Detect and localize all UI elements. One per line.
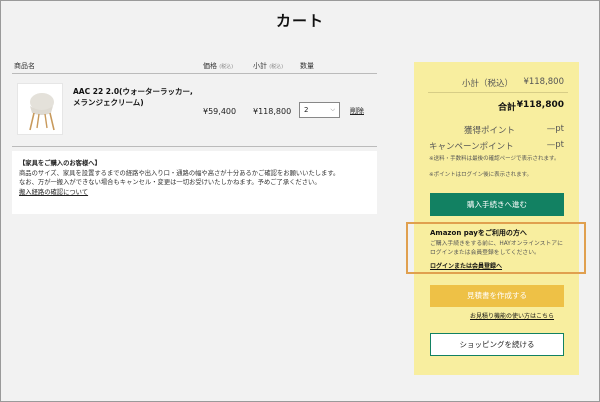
header-product: 商品名	[14, 62, 35, 70]
header-quantity: 数量	[300, 62, 314, 70]
checkout-button[interactable]: 購入手続きへ進む	[430, 193, 564, 216]
header-subtotal: 小計 (税込)	[253, 61, 283, 71]
item-divider	[12, 146, 377, 147]
summary-campaign-label: キャンペーンポイント	[429, 142, 514, 152]
furniture-notice: 【家具をご購入のお客様へ】 商品のサイズ、家具を設置するまでの経路や出入り口・通…	[12, 151, 377, 214]
header-subtotal-tax: (税込)	[269, 64, 284, 70]
item-subtotal: ¥118,800	[253, 107, 292, 116]
product-name[interactable]: AAC 22 2.0(ウォーターラッカー, メランジェクリーム)	[73, 86, 198, 108]
header-price-tax: (税込)	[219, 64, 234, 70]
summary-total-value: ¥118,800	[516, 100, 564, 110]
header-divider	[12, 73, 377, 74]
page-title: カート	[275, 12, 324, 30]
quantity-value: 2	[304, 106, 309, 114]
notice-line-1: 商品のサイズ、家具を設置するまでの経路や出入り口・通路の幅や高さが十分あるかご確…	[19, 169, 340, 177]
continue-shopping-button[interactable]: ショッピングを続ける	[430, 333, 564, 356]
amazon-pay-title: Amazon payをご利用の方へ	[430, 229, 527, 237]
summary-subtotal-label: 小計（税込）	[462, 79, 514, 89]
summary-campaign-value: —pt	[546, 140, 564, 150]
summary-points-value: —pt	[546, 124, 564, 134]
summary-note-points: ※ポイントはログイン後に表示されます。	[429, 172, 533, 178]
quantity-select[interactable]: 2 ⌵	[299, 102, 340, 118]
notice-title: 【家具をご購入のお客様へ】	[19, 160, 101, 167]
notice-line-2: なお、万が一搬入ができない場合もキャンセル・変更は一切お受けいたしかねます。予め…	[19, 179, 321, 186]
summary-subtotal-value: ¥118,800	[523, 77, 564, 87]
summary-total-label: 合計	[498, 103, 517, 113]
header-price: 価格 (税込)	[203, 61, 233, 71]
header-subtotal-label: 小計	[253, 62, 267, 70]
delete-link[interactable]: 削除	[350, 106, 364, 116]
estimate-guide-link[interactable]: お見積り機能の使い方はこちら	[470, 311, 554, 320]
header-price-label: 価格	[203, 62, 217, 70]
summary-divider	[428, 92, 568, 93]
order-summary-panel: 小計（税込） ¥118,800 合計 ¥118,800 獲得ポイント —pt キ…	[414, 62, 579, 375]
product-image[interactable]	[17, 83, 63, 135]
delivery-route-link[interactable]: 搬入経路の確認について	[19, 188, 370, 198]
create-estimate-button[interactable]: 見積書を作成する	[430, 285, 564, 307]
chevron-down-icon: ⌵	[330, 106, 335, 113]
summary-points-label: 獲得ポイント	[464, 126, 516, 136]
summary-note-shipping: ※送料・手数料は最後の確認ページで表示されます。	[429, 156, 560, 162]
login-register-link[interactable]: ログインまたは会員登録へ	[430, 261, 502, 270]
chair-image	[29, 93, 55, 131]
item-price: ¥59,400	[203, 107, 237, 116]
amazon-pay-text: ご購入手続きをする前に、HAYオンラインストアにログインまたは会員登録をしてくだ…	[430, 241, 563, 256]
